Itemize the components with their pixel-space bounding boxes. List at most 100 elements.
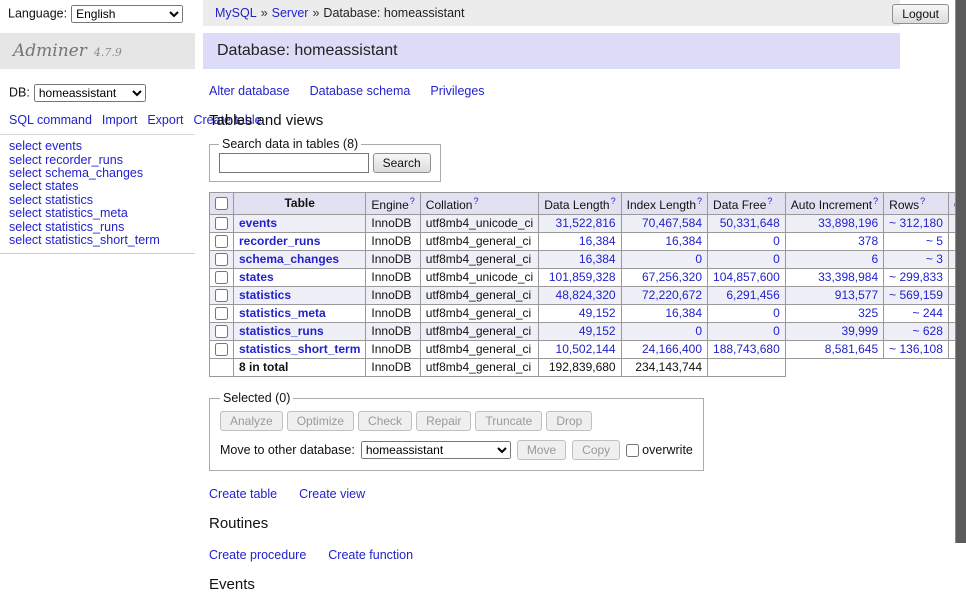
rows-count-link[interactable]: ~ 628 [913, 324, 943, 338]
row-checkbox[interactable] [215, 307, 228, 320]
copy-button[interactable]: Copy [572, 440, 620, 460]
data-length-link[interactable]: 31,522,816 [556, 216, 616, 230]
column-help-link[interactable]: ? [873, 196, 878, 206]
column-help-link[interactable]: ? [697, 196, 702, 206]
search-button[interactable]: Search [373, 153, 431, 173]
data-free-link[interactable]: 0 [773, 252, 780, 266]
db-action-link[interactable]: Alter database [209, 84, 290, 98]
selected-action-button[interactable]: Repair [416, 411, 471, 431]
column-help-link[interactable]: ? [473, 196, 478, 206]
table-name-link[interactable]: statistics_meta [239, 306, 326, 320]
rows-count-link[interactable]: ~ 136,108 [889, 342, 943, 356]
move-db-select[interactable]: homeassistant [361, 441, 511, 459]
routine-link[interactable]: Create function [328, 548, 413, 562]
sidebar-item-table[interactable]: select states [9, 180, 186, 193]
sidebar-item-table[interactable]: select recorder_runs [9, 154, 186, 167]
index-length-link[interactable]: 24,166,400 [642, 342, 702, 356]
column-help-link[interactable]: ? [767, 196, 772, 206]
sidebar-item-table[interactable]: select statistics_runs [9, 221, 186, 234]
data-length-link[interactable]: 16,384 [579, 252, 616, 266]
sidebar-action-link[interactable]: Export [147, 113, 183, 127]
index-length-link[interactable]: 72,220,672 [642, 288, 702, 302]
data-length-link[interactable]: 101,859,328 [549, 270, 616, 284]
vertical-scrollbar[interactable] [955, 0, 966, 543]
row-checkbox[interactable] [215, 343, 228, 356]
sidebar-item-table[interactable]: select statistics_meta [9, 207, 186, 220]
index-length-link[interactable]: 67,256,320 [642, 270, 702, 284]
auto-increment-link[interactable]: 378 [858, 234, 878, 248]
column-help-link[interactable]: ? [920, 196, 925, 206]
data-length-link[interactable]: 49,152 [579, 324, 616, 338]
sidebar-item-table[interactable]: select schema_changes [9, 167, 186, 180]
data-free-link[interactable]: 0 [773, 324, 780, 338]
auto-increment-link[interactable]: 913,577 [835, 288, 878, 302]
db-action-link[interactable]: Database schema [310, 84, 411, 98]
row-checkbox[interactable] [215, 253, 228, 266]
data-free-link[interactable]: 0 [773, 306, 780, 320]
row-checkbox[interactable] [215, 325, 228, 338]
data-length-link[interactable]: 16,384 [579, 234, 616, 248]
row-checkbox[interactable] [215, 289, 228, 302]
data-length-link[interactable]: 49,152 [579, 306, 616, 320]
selected-action-button[interactable]: Truncate [475, 411, 542, 431]
db-action-link[interactable]: Privileges [430, 84, 484, 98]
row-checkbox[interactable] [215, 271, 228, 284]
create-link[interactable]: Create view [299, 487, 365, 501]
create-link[interactable]: Create table [209, 487, 277, 501]
index-length-link[interactable]: 16,384 [665, 234, 702, 248]
table-name-link[interactable]: statistics [239, 288, 291, 302]
move-button[interactable]: Move [517, 440, 566, 460]
rows-count-link[interactable]: ~ 312,180 [889, 216, 943, 230]
rows-count-link[interactable]: ~ 244 [913, 306, 943, 320]
index-length-link[interactable]: 0 [695, 252, 702, 266]
routine-link[interactable]: Create procedure [209, 548, 306, 562]
rows-count-link[interactable]: ~ 5 [926, 234, 943, 248]
sidebar-action-link[interactable]: SQL command [9, 113, 92, 127]
table-name-link[interactable]: statistics_short_term [239, 342, 360, 356]
rows-count-link[interactable]: ~ 299,833 [889, 270, 943, 284]
sidebar-item-table[interactable]: select statistics_short_term [9, 234, 186, 247]
selected-action-button[interactable]: Check [358, 411, 412, 431]
table-name-link[interactable]: events [239, 216, 277, 230]
language-select[interactable]: English [71, 5, 183, 23]
data-free-link[interactable]: 0 [773, 234, 780, 248]
selected-action-button[interactable]: Analyze [220, 411, 283, 431]
overwrite-checkbox[interactable] [626, 444, 639, 457]
selected-action-button[interactable]: Optimize [287, 411, 354, 431]
column-help-link[interactable]: ? [611, 196, 616, 206]
select-all-checkbox[interactable] [215, 197, 228, 210]
column-help-link[interactable]: ? [410, 196, 415, 206]
search-input[interactable] [219, 153, 369, 173]
auto-increment-link[interactable]: 8,581,645 [825, 342, 878, 356]
sidebar-item-table[interactable]: select statistics [9, 194, 186, 207]
index-length-link[interactable]: 70,467,584 [642, 216, 702, 230]
data-free-link[interactable]: 104,857,600 [713, 270, 780, 284]
table-name-link[interactable]: schema_changes [239, 252, 339, 266]
index-length-link[interactable]: 0 [695, 324, 702, 338]
row-checkbox[interactable] [215, 235, 228, 248]
data-length-link[interactable]: 10,502,144 [556, 342, 616, 356]
data-free-link[interactable]: 50,331,648 [720, 216, 780, 230]
table-name-link[interactable]: states [239, 270, 274, 284]
selected-action-button[interactable]: Drop [546, 411, 592, 431]
breadcrumb-link-server[interactable]: Server [272, 6, 309, 20]
auto-increment-link[interactable]: 6 [871, 252, 878, 266]
rows-count-link[interactable]: ~ 3 [926, 252, 943, 266]
sidebar-item-table[interactable]: select events [9, 140, 186, 153]
data-length-link[interactable]: 48,824,320 [556, 288, 616, 302]
sidebar-action-link[interactable]: Import [102, 113, 137, 127]
breadcrumb-link-mysql[interactable]: MySQL [215, 6, 257, 20]
data-free-link[interactable]: 188,743,680 [713, 342, 780, 356]
auto-increment-link[interactable]: 33,898,196 [818, 216, 878, 230]
table-name-link[interactable]: statistics_runs [239, 324, 324, 338]
auto-increment-link[interactable]: 325 [858, 306, 878, 320]
auto-increment-link[interactable]: 39,999 [841, 324, 878, 338]
data-free-link[interactable]: 6,291,456 [726, 288, 779, 302]
rows-count-link[interactable]: ~ 569,159 [889, 288, 943, 302]
db-select[interactable]: homeassistant [34, 84, 146, 102]
logout-button[interactable]: Logout [892, 4, 949, 24]
auto-increment-link[interactable]: 33,398,984 [818, 270, 878, 284]
table-name-link[interactable]: recorder_runs [239, 234, 320, 248]
index-length-link[interactable]: 16,384 [665, 306, 702, 320]
row-checkbox[interactable] [215, 217, 228, 230]
